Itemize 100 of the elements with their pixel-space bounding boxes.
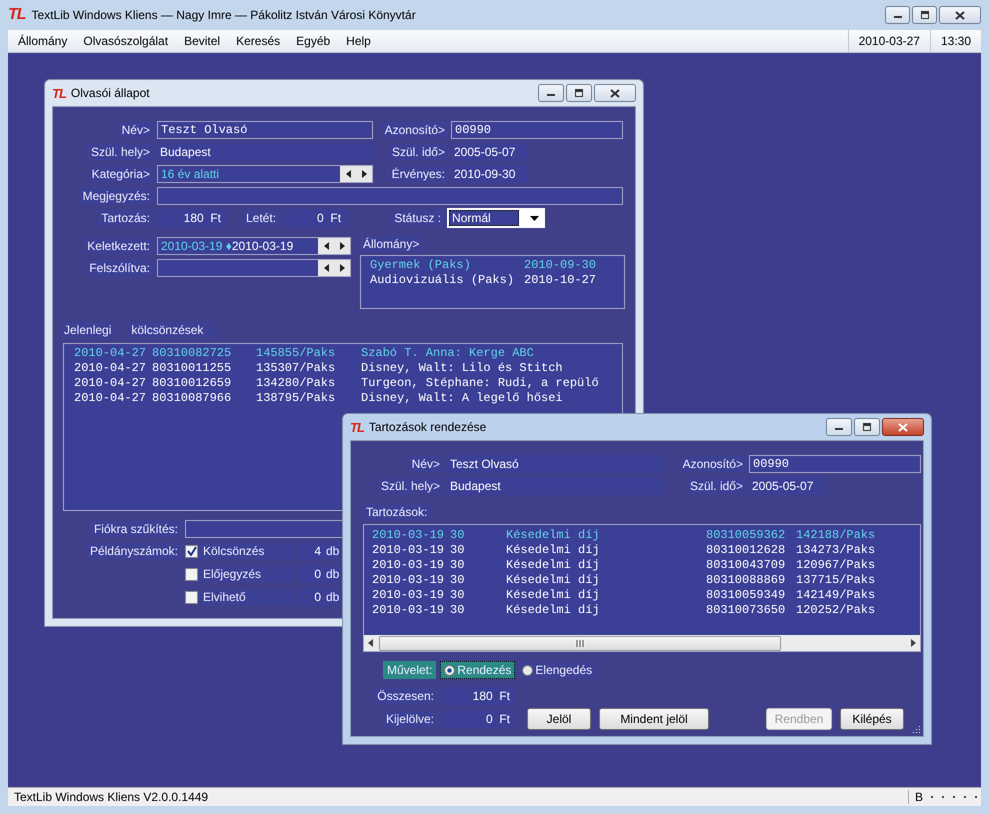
unit-label: db xyxy=(324,589,342,605)
status-text: TextLib Windows Kliens V2.0.0.1449 xyxy=(13,790,208,804)
radio-icon xyxy=(522,664,534,676)
close-button[interactable] xyxy=(939,6,981,24)
field-label: Kategória> xyxy=(88,166,153,182)
checkbox-label: Elvihető xyxy=(200,589,294,605)
date-label: 2010-03-27 xyxy=(848,30,930,52)
loan-row[interactable]: 2010-04-27 80310011255 135307/Paks Disney, Walt: Lilo és Stitch xyxy=(74,361,612,376)
window-logo: TL xyxy=(52,86,66,100)
field-label: Fiókra szűkítés: xyxy=(90,521,181,537)
left-triangle-icon xyxy=(346,170,350,178)
grip-icon xyxy=(576,640,584,646)
debt-value: 180 Ft xyxy=(157,209,227,227)
minimize-button[interactable] xyxy=(885,6,910,24)
menu-item[interactable]: Bevitel xyxy=(176,34,228,48)
close-button[interactable] xyxy=(882,418,924,436)
maximize-button[interactable] xyxy=(854,418,880,436)
field-label: Azonosító> xyxy=(382,122,448,138)
window-title: Olvasói állapot xyxy=(70,86,150,100)
field-label: Tartozás: xyxy=(98,210,153,226)
menu-item[interactable]: Keresés xyxy=(228,34,288,48)
close-button[interactable] xyxy=(594,84,636,102)
maximize-button[interactable] xyxy=(566,84,592,102)
time-label: 13:30 xyxy=(930,30,981,52)
id-field[interactable]: 00990 xyxy=(451,121,623,139)
debt-row[interactable]: 2010-03-19 30 Késedelmi díj 80310059349 142149/Paks xyxy=(372,588,912,603)
holdings-row[interactable]: Audiovizuális (Paks) 2010-10-27 xyxy=(370,273,615,288)
field-label: Letét: xyxy=(243,210,280,226)
holdings-label: Állomány> xyxy=(360,236,422,252)
debt-row[interactable]: 2010-03-19 30 Késedelmi díj 80310012628 134273/Paks xyxy=(372,543,912,558)
menu-item[interactable]: Állomány xyxy=(8,34,76,48)
app-logo: TL xyxy=(8,6,26,24)
field-label: Kijelölve: xyxy=(382,711,437,727)
loan-row[interactable]: 2010-04-27 80310087966 138795/Paks Disney, Walt: A legelő hősei xyxy=(74,391,612,406)
note-field[interactable] xyxy=(157,187,623,205)
left-triangle-icon xyxy=(324,264,328,272)
name-field[interactable]: Teszt Olvasó xyxy=(157,121,373,139)
checkbox-label: Kölcsönzés xyxy=(200,543,294,559)
debt-row[interactable]: 2010-03-19 30 Késedelmi díj 80310088869 137715/Paks xyxy=(372,573,912,588)
radio-option[interactable]: Elengedés xyxy=(519,662,596,678)
birthdate-value: 2005-05-07 xyxy=(451,143,527,161)
unit-label: db xyxy=(324,543,342,559)
field-label: Azonosító> xyxy=(680,456,746,472)
category-field[interactable]: 16 év alatti xyxy=(157,165,373,183)
loans-label: kölcsönzések xyxy=(128,322,216,338)
radio-icon xyxy=(444,664,456,676)
field-label: Megjegyzés: xyxy=(80,188,153,204)
valid-until-value: 2010-09-30 xyxy=(451,165,527,183)
name-value: Teszt Olvasó xyxy=(447,455,663,473)
loan-row[interactable]: 2010-04-27 80310082725 145855/Paks Szabó T. Anna: Kerge ABC xyxy=(74,346,612,361)
status-indicator: B xyxy=(908,790,923,804)
maximize-button[interactable] xyxy=(912,6,937,24)
checkbox[interactable] xyxy=(185,568,198,580)
birthplace-value: Budapest xyxy=(157,143,373,161)
field-label: Érvényes: xyxy=(388,166,448,182)
dialog-button[interactable]: Jelöl xyxy=(527,708,591,730)
debt-row[interactable]: 2010-03-19 30 Késedelmi díj 80310043709 120967/Paks xyxy=(372,558,912,573)
right-triangle-icon xyxy=(340,264,344,272)
holdings-row[interactable]: Gyermek (Paks) 2010-09-30 xyxy=(370,258,615,273)
count-value: 0 xyxy=(298,565,324,583)
maximize-icon xyxy=(920,11,930,19)
menu-item[interactable]: Olvasószolgálat xyxy=(75,34,176,48)
id-field[interactable]: 00990 xyxy=(749,455,921,473)
dialog-button[interactable]: Kilépés xyxy=(840,708,904,730)
menu-item[interactable]: Egyéb xyxy=(288,34,338,48)
created-range-field[interactable]: 2010-03-19 ♦2010-03-19 xyxy=(157,237,351,255)
close-icon xyxy=(898,422,908,432)
window-logo: TL xyxy=(350,420,364,434)
total-value: 180 Ft xyxy=(441,687,516,705)
scrollbar-thumb[interactable] xyxy=(379,636,781,650)
dialog-button[interactable]: Mindent jelöl xyxy=(599,708,709,730)
debt-row[interactable]: 2010-03-19 30 Késedelmi díj 80310073650 120252/Paks xyxy=(372,603,912,618)
field-label: Szül. idő> xyxy=(388,144,448,160)
resize-grip-icon xyxy=(912,725,921,734)
maximize-icon xyxy=(862,423,872,431)
loan-row[interactable]: 2010-04-27 80310012659 134280/Paks Turgeon, Stéphane: Rudi, a repülő xyxy=(74,376,612,391)
count-value: 4 xyxy=(298,542,324,560)
right-triangle-icon xyxy=(362,170,366,178)
field-label: Név> xyxy=(408,456,443,472)
checkbox[interactable] xyxy=(185,590,198,604)
debt-row[interactable]: 2010-03-19 30 Késedelmi díj 80310059362 142188/Paks xyxy=(372,528,912,543)
minimize-button[interactable] xyxy=(826,418,852,436)
deposit-value: 0 Ft xyxy=(283,209,348,227)
field-label: Keletkezett: xyxy=(84,238,153,254)
marked-value: 0 Ft xyxy=(441,710,516,728)
menu-item[interactable]: Help xyxy=(338,34,379,48)
dropdown-arrow-icon xyxy=(530,216,540,220)
window-title: TextLib Windows Kliens — Nagy Imre — Pákolitz István Városi Könyvtár xyxy=(32,8,416,22)
horizontal-scrollbar[interactable] xyxy=(364,635,920,651)
close-icon xyxy=(955,10,965,20)
status-dropdown[interactable]: Normál xyxy=(447,208,546,228)
window-title: Tartozások rendezése xyxy=(368,420,486,434)
field-label: Felszólítva: xyxy=(86,260,153,276)
field-label: Szül. hely> xyxy=(378,478,443,494)
field-label: Státusz : xyxy=(391,210,444,226)
minimize-button[interactable] xyxy=(538,84,564,102)
right-triangle-icon xyxy=(340,242,344,250)
notified-field[interactable] xyxy=(157,259,351,277)
checkbox[interactable] xyxy=(185,544,198,558)
radio-option[interactable]: Rendezés xyxy=(440,661,516,679)
